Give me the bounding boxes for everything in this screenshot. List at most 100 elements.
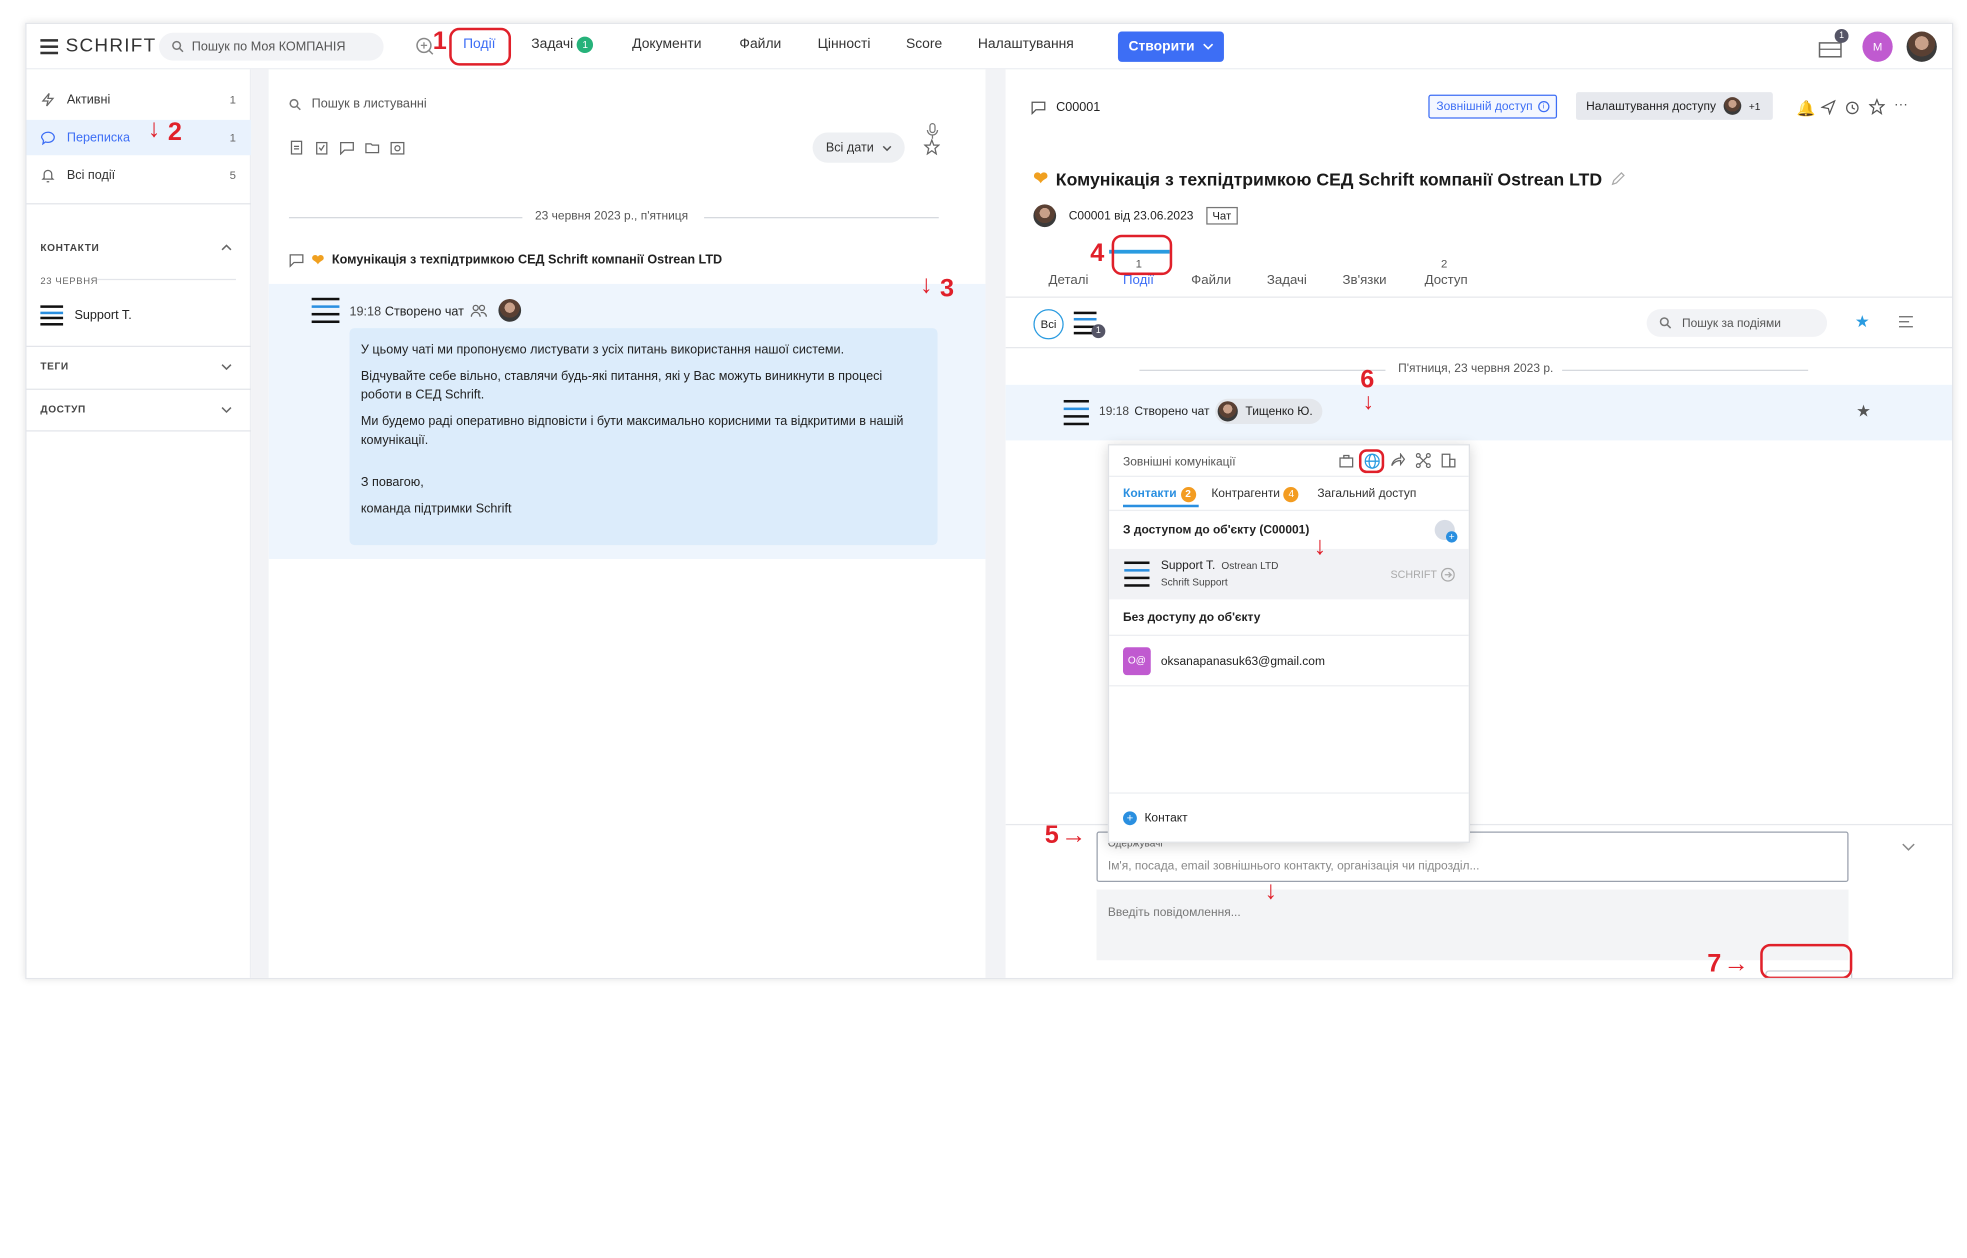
edit-icon[interactable]: [1610, 171, 1625, 186]
annotation-arrow-popup: ↓: [1313, 532, 1327, 561]
annotation-arrow-6: ↓: [1362, 388, 1375, 414]
sidebar-item-all-events[interactable]: Всі події 5: [26, 158, 251, 193]
tab-links[interactable]: Зв'язки: [1343, 273, 1387, 288]
profile-avatar[interactable]: [1906, 31, 1937, 62]
tags-header[interactable]: ТЕГИ: [40, 361, 68, 372]
doc-id-row: C00001: [1031, 100, 1100, 115]
nav-values[interactable]: Цінності: [818, 37, 871, 52]
tab-details[interactable]: Деталі: [1049, 273, 1089, 288]
popup-email-row[interactable]: O@ oksanapanasuk63@gmail.com: [1123, 647, 1325, 676]
annotation-3: 3: [940, 275, 955, 303]
favorite-star-icon[interactable]: ★: [1855, 312, 1870, 332]
sort-icon[interactable]: [1898, 315, 1914, 329]
share-icon[interactable]: [1391, 452, 1406, 468]
sidebar-item-correspondence[interactable]: Переписка 1: [26, 119, 252, 156]
event-user-name: Тищенко Ю.: [1245, 404, 1313, 419]
popup-tab-contacts[interactable]: Контакти 2: [1123, 487, 1196, 503]
sidebar: Активні 1 Переписка 1 Всі події 5 КОНТАК…: [26, 69, 252, 978]
nav-settings[interactable]: Налаштування: [978, 37, 1074, 52]
inbox-button[interactable]: 1: [1818, 29, 1849, 64]
popup-tab-public[interactable]: Загальний доступ: [1317, 487, 1416, 501]
event-search-input[interactable]: Пошук за подіями: [1646, 309, 1828, 337]
tab-files[interactable]: Файли: [1191, 273, 1231, 288]
add-contact-label: Контакт: [1144, 811, 1188, 826]
nav-tasks[interactable]: Задачі 1: [531, 36, 594, 53]
folder-icon[interactable]: [365, 140, 380, 155]
event-row[interactable]: 19:18 Створено чат Тищенко Ю. ★: [1005, 384, 1953, 441]
heart-icon: ❤: [311, 251, 325, 269]
menu-icon[interactable]: [40, 38, 59, 54]
users-icon[interactable]: [470, 304, 488, 318]
access-settings-button[interactable]: Налаштування доступу +1: [1575, 92, 1773, 120]
sidebar-item-label: Активні: [66, 92, 111, 107]
create-button[interactable]: Створити: [1117, 31, 1224, 62]
tab-access[interactable]: Доступ: [1425, 273, 1468, 288]
popup-title: Зовнішні комунікації: [1123, 455, 1236, 470]
sidebar-item-label: Переписка: [66, 130, 131, 145]
popup-contact-row[interactable]: Support T. Ostrean LTD Schrift Support S…: [1109, 548, 1469, 600]
external-access-button[interactable]: Зовнішній доступ i: [1428, 94, 1558, 119]
document-icon[interactable]: [289, 140, 304, 155]
attach-icon[interactable]: [1097, 978, 1111, 979]
chevron-down-icon[interactable]: [221, 406, 232, 414]
network-icon[interactable]: [1415, 452, 1431, 469]
annotation-arrow-5: →: [1061, 821, 1087, 850]
briefcase-icon[interactable]: [1339, 453, 1354, 468]
access-header[interactable]: ДОСТУП: [40, 404, 86, 415]
divider: [26, 203, 252, 205]
image-icon[interactable]: [390, 140, 405, 155]
popup-tab-counterparties[interactable]: Контрагенти 4: [1211, 487, 1299, 503]
nav-documents[interactable]: Документи: [632, 37, 701, 52]
chevron-down-icon[interactable]: [221, 363, 232, 371]
all-dates-dropdown[interactable]: Всі дати: [812, 132, 905, 163]
document-title-row: ❤ Комунікація з техпідтримкою СЕД Schrif…: [1033, 167, 1625, 189]
filter-all-button[interactable]: Всі: [1033, 309, 1064, 340]
contacts-date: 23 ЧЕРВНЯ: [40, 275, 99, 287]
microphone-icon[interactable]: [926, 122, 939, 140]
chevron-up-icon[interactable]: [221, 244, 232, 252]
popup-tab-label: Контрагенти: [1211, 487, 1281, 501]
alarm-icon[interactable]: [1845, 100, 1860, 115]
star-icon[interactable]: [923, 138, 941, 156]
add-contact-button[interactable]: + Контакт: [1123, 811, 1188, 826]
all-dates-label: Всі дати: [825, 140, 874, 155]
nav-score[interactable]: Score: [906, 37, 942, 52]
building-icon[interactable]: [1441, 453, 1456, 468]
star-icon[interactable]: [1868, 98, 1886, 115]
arrow-right-icon[interactable]: [1440, 567, 1455, 582]
access-extra-count: +1: [1748, 100, 1761, 112]
event-user-chip[interactable]: Тищенко Ю.: [1215, 398, 1323, 424]
divider: [26, 345, 252, 347]
filter-schrift-button[interactable]: 1: [1073, 311, 1106, 339]
nav-files[interactable]: Файли: [739, 37, 781, 52]
author-avatar[interactable]: [498, 299, 522, 322]
correspondence-search-input[interactable]: Пошук в листуванні: [289, 97, 427, 111]
document-meta: C00001 від 23.06.2023 Чат: [1033, 204, 1238, 228]
more-icon[interactable]: ···: [1894, 97, 1908, 112]
heart-icon: ❤: [1033, 167, 1049, 189]
chevron-down-icon[interactable]: [1902, 843, 1916, 852]
bell-icon[interactable]: 🔔: [1797, 100, 1816, 118]
contact-support[interactable]: Support T.: [40, 304, 242, 327]
task-icon[interactable]: [314, 140, 329, 155]
bell-icon: [41, 169, 55, 183]
message-text: команда підтримки Schrift: [360, 502, 512, 517]
sidebar-item-active[interactable]: Активні 1: [26, 82, 251, 117]
star-icon[interactable]: ★: [1856, 401, 1871, 421]
user-avatar[interactable]: М: [1862, 31, 1893, 62]
comment-icon[interactable]: [339, 140, 354, 156]
logo[interactable]: SCHRIFT: [40, 35, 156, 57]
sidebar-item-count: 1: [229, 131, 236, 144]
highlight-send-button: [1760, 943, 1853, 978]
schrift-logo-icon: [1063, 399, 1089, 426]
send-icon[interactable]: [1820, 99, 1836, 115]
thread-title-row[interactable]: ❤ Комунікація з техпідтримкою СЕД Schrif…: [289, 251, 722, 269]
global-search-input[interactable]: Пошук по Моя КОМПАНІЯ: [158, 32, 384, 61]
user-avatar: [1217, 401, 1238, 422]
contacts-header[interactable]: КОНТАКТИ: [40, 242, 99, 253]
tab-tasks[interactable]: Задачі: [1267, 273, 1307, 288]
day-divider: П'ятниця, 23 червня 2023 р.: [1398, 362, 1554, 377]
add-globe-button[interactable]: +: [1434, 519, 1458, 543]
divider: [1109, 792, 1469, 794]
doc-id: C00001: [1056, 100, 1101, 115]
